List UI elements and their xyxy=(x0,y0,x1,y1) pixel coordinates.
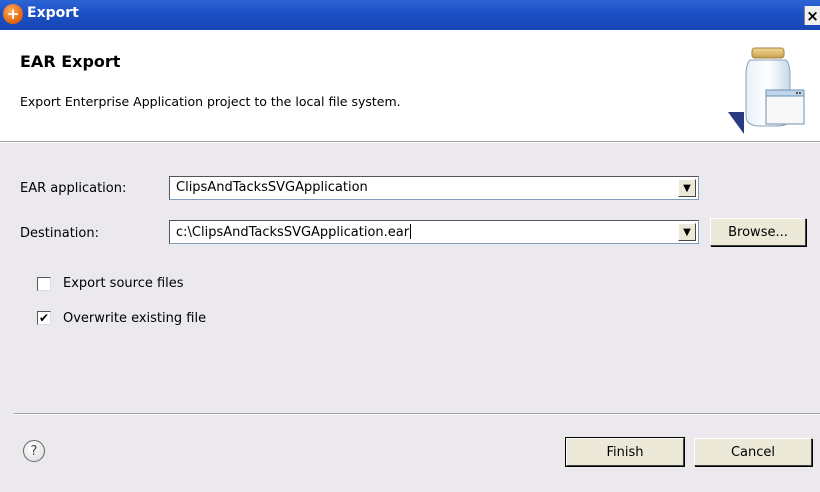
ear-application-value: ClipsAndTacksSVGApplication xyxy=(176,180,368,195)
cancel-button[interactable]: Cancel xyxy=(694,438,812,466)
eclipse-export-icon: + xyxy=(3,4,23,24)
destination-input[interactable]: c:\ClipsAndTacksSVGApplication.ear xyxy=(176,224,412,240)
overwrite-checkbox[interactable]: ✔ xyxy=(37,311,51,325)
destination-combo[interactable]: c:\ClipsAndTacksSVGApplication.ear ▼ xyxy=(169,220,699,244)
ear-application-label: EAR application: xyxy=(20,181,127,196)
ear-application-combo[interactable]: ClipsAndTacksSVGApplication ▼ xyxy=(169,176,699,200)
close-button[interactable]: × xyxy=(804,6,820,25)
chevron-down-icon[interactable]: ▼ xyxy=(678,223,696,241)
page-title: EAR Export xyxy=(20,52,121,71)
text-caret xyxy=(410,224,412,239)
chevron-down-icon[interactable]: ▼ xyxy=(678,179,696,197)
title-bar: + Export × xyxy=(0,0,820,30)
destination-value: c:\ClipsAndTacksSVGApplication.ear xyxy=(176,225,410,240)
finish-button[interactable]: Finish xyxy=(565,437,685,467)
window-title: Export xyxy=(27,5,79,21)
footer-separator xyxy=(14,413,820,415)
wizard-header: EAR Export Export Enterprise Application… xyxy=(0,30,820,142)
export-source-label[interactable]: Export source files xyxy=(63,276,184,291)
export-source-checkbox[interactable] xyxy=(37,277,51,291)
browse-button[interactable]: Browse... xyxy=(710,218,806,246)
jar-export-icon xyxy=(728,47,805,134)
help-icon[interactable]: ? xyxy=(23,440,45,462)
wizard-body: EAR application: ClipsAndTacksSVGApplica… xyxy=(0,143,820,492)
destination-label: Destination: xyxy=(20,226,99,241)
page-description: Export Enterprise Application project to… xyxy=(20,94,401,109)
overwrite-label[interactable]: Overwrite existing file xyxy=(63,311,206,326)
